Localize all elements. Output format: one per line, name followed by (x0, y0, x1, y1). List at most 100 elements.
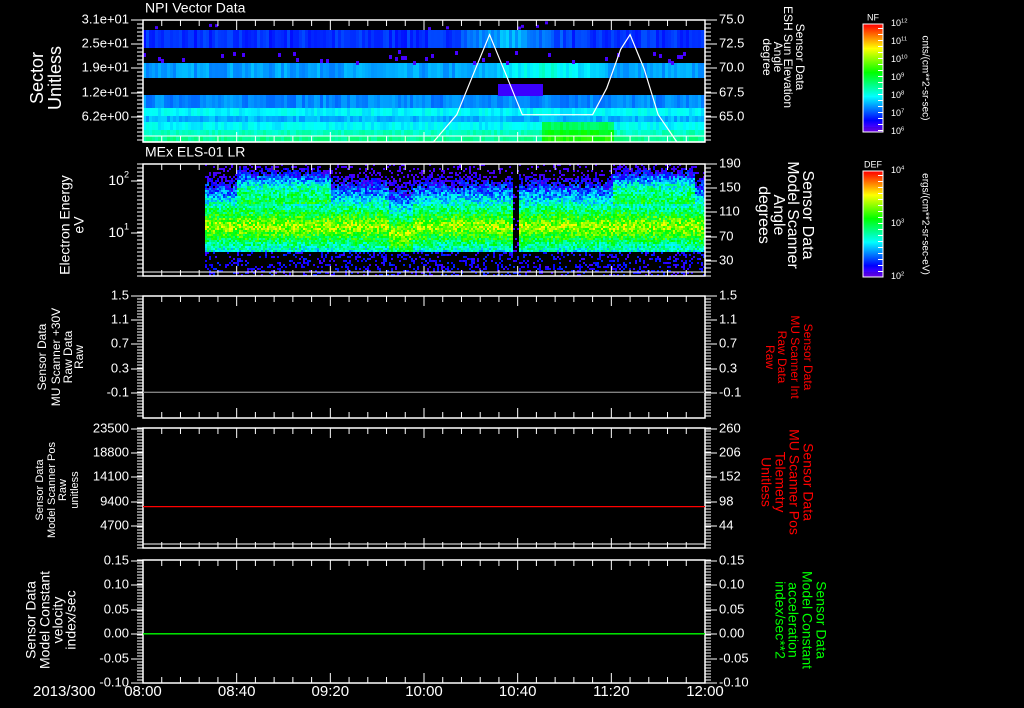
x-tick-label: 08:40 (218, 683, 256, 700)
x-tick-label: 12:00 (686, 683, 724, 700)
y2-tick-label: 152 (719, 468, 741, 483)
y-axis-label: Unitless (45, 46, 65, 110)
y-tick-label: 0.05 (104, 601, 129, 616)
y-tick-label: 101 (108, 222, 129, 240)
y-tick-label: 4700 (100, 517, 129, 532)
colorbar-tick-label: 102 (891, 271, 904, 281)
y-axis-label: Sensor Data (34, 459, 46, 521)
x-tick-label: 10:00 (405, 683, 443, 700)
colorbar-tick-label: 1012 (891, 18, 908, 28)
y2-tick-label: 70.0 (719, 59, 744, 74)
x-tick-label: 09:20 (312, 683, 350, 700)
y2-tick-label: 150 (719, 179, 741, 194)
panel-2 (131, 163, 717, 277)
y-tick-label: 18800 (93, 444, 129, 459)
y-tick-label: 0.7 (111, 335, 129, 350)
y2-tick-label: -0.05 (719, 650, 749, 665)
y2-tick-label: 75.0 (719, 11, 744, 26)
y2-tick-label: 190 (719, 155, 741, 170)
y2-tick-label: 98 (719, 493, 733, 508)
y2-tick-label: -0.1 (719, 384, 741, 399)
colorbar-units: ergs/(cm**2-sr-sec-eV) (919, 173, 930, 275)
date-label: 2013/300 (33, 683, 96, 700)
y-tick-label: 3.1e+01 (82, 11, 129, 26)
y2-tick-label: 70 (719, 228, 733, 243)
y2-tick-label: 0.10 (719, 576, 744, 591)
colorbar-tick-label: 1011 (891, 36, 907, 46)
panel-title: MEx ELS-01 LR (145, 144, 245, 160)
colorbar-label: DEF (864, 159, 883, 169)
colorbar-frame (862, 23, 884, 133)
y-tick-label: 9400 (100, 493, 129, 508)
y-tick-label: 0.10 (104, 576, 129, 591)
y2-tick-label: 206 (719, 444, 741, 459)
y-axis-label: unitless (69, 471, 81, 509)
y2-axis-label: Raw (763, 345, 777, 369)
panel-1 (131, 19, 717, 143)
y-tick-label: 1.1 (111, 311, 129, 326)
y2-tick-label: 0.7 (719, 335, 737, 350)
y-axis-label: eV (71, 216, 87, 234)
y2-tick-label: 260 (719, 420, 741, 435)
colorbar-tick-label: 104 (891, 165, 905, 175)
y2-tick-label: 0.3 (719, 360, 737, 375)
y2-tick-label: 0.15 (719, 552, 744, 567)
y-axis-label: Raw (57, 479, 69, 501)
plot-frame (142, 163, 706, 277)
y2-tick-label: 30 (719, 252, 733, 267)
y-axis-label: Sensor Data (35, 323, 49, 390)
y2-axis-label: Unitless (758, 457, 774, 507)
y-tick-label: -0.1 (107, 384, 129, 399)
colorbar-tick-label: 106 (891, 126, 904, 136)
y2-tick-label: 1.5 (719, 287, 737, 302)
colorbar-label: NF (867, 12, 879, 22)
y-tick-label: 0.3 (111, 360, 129, 375)
y-tick-label: 14100 (93, 468, 129, 483)
colorbar-tick-label: 103 (891, 218, 904, 228)
colorbar-tick-label: 107 (891, 108, 904, 118)
x-tick-label: 08:00 (124, 683, 162, 700)
panel-title: NPI Vector Data (145, 0, 246, 16)
panel-4 (131, 427, 717, 549)
y-tick-label: -0.05 (99, 650, 129, 665)
y-axis-label: Sector (27, 52, 47, 104)
y-tick-label: 102 (108, 170, 129, 188)
y-tick-label: 2.5e+01 (82, 35, 129, 50)
colorbar-tick-label: 1010 (891, 54, 908, 64)
colorbar-units: cnts/(cm**2-sr-sec) (919, 35, 930, 120)
y2-tick-label: 65.0 (719, 108, 744, 123)
stacked-plot: 3.1e+01 2.5e+01 1.9e+01 1.2e+01 6.2e+00 75.0 7… (23, 0, 931, 700)
y2-axis-label: degree (760, 38, 774, 76)
plot-frame (142, 559, 706, 684)
plot-frame (142, 19, 706, 143)
y-tick-label: 1.9e+01 (82, 59, 129, 74)
y-tick-label: 0.00 (104, 625, 129, 640)
colorbar-tick-label: 109 (891, 72, 904, 82)
colorbar-tick-label: 108 (891, 90, 904, 100)
y2-tick-label: 72.5 (719, 35, 744, 50)
plot-frame (142, 427, 706, 549)
y2-tick-label: 0.05 (719, 601, 744, 616)
y2-axis-label: degrees (755, 186, 772, 244)
y2-tick-label: 0.00 (719, 625, 744, 640)
y-tick-label: 0.15 (104, 552, 129, 567)
y2-tick-label: 67.5 (719, 84, 744, 99)
x-tick-label: 11:20 (593, 683, 629, 700)
x-tick-label: 10:40 (499, 683, 537, 700)
y2-axis-label: index/sec**2 (772, 581, 788, 659)
colorbar-frame (862, 170, 884, 278)
y-axis-label: index/sec (63, 590, 79, 649)
y-tick-label: 23500 (93, 420, 129, 435)
y-tick-label: 6.2e+00 (82, 108, 129, 123)
y2-tick-label: 1.1 (719, 311, 737, 326)
y2-axis-label: Sensor Data (801, 324, 815, 391)
y2-tick-label: 110 (719, 203, 740, 218)
y-tick-label: 1.2e+01 (82, 84, 129, 99)
y-tick-label: 1.5 (111, 287, 129, 302)
y2-axis-label: MU Scanner Int (788, 315, 802, 399)
panel-3 (131, 295, 717, 419)
plot-frame (142, 295, 706, 419)
sun-elevation-line (143, 33, 705, 143)
y-axis-label: Raw (72, 345, 86, 369)
y2-tick-label: 44 (719, 517, 733, 532)
